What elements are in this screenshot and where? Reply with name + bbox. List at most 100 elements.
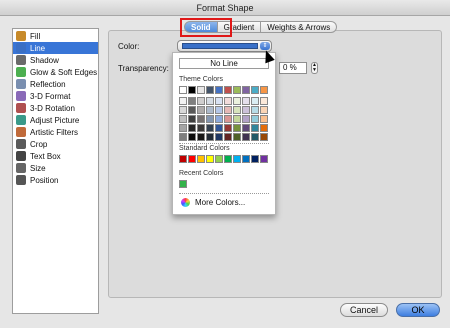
transparency-field[interactable]: 0 % [279,62,307,74]
color-swatch[interactable] [215,86,223,94]
color-swatch[interactable] [260,97,268,105]
color-swatch[interactable] [179,155,187,163]
color-swatch[interactable] [179,115,187,123]
color-swatch[interactable] [251,97,259,105]
cancel-button[interactable]: Cancel [340,303,388,317]
color-swatch[interactable] [251,86,259,94]
color-swatch[interactable] [197,133,205,141]
color-swatch[interactable] [188,106,196,114]
color-swatch[interactable] [233,115,241,123]
color-swatch[interactable] [260,106,268,114]
color-swatch[interactable] [224,133,232,141]
color-swatch[interactable] [251,124,259,132]
color-swatch[interactable] [197,155,205,163]
color-swatch[interactable] [215,124,223,132]
color-swatch[interactable] [179,124,187,132]
color-swatch[interactable] [260,133,268,141]
tab-weights-arrows[interactable]: Weights & Arrows [261,21,338,33]
artistic-filters-icon [16,127,26,137]
color-swatch[interactable] [215,97,223,105]
color-swatch[interactable] [188,86,196,94]
color-swatch[interactable] [224,155,232,163]
color-swatch[interactable] [206,86,214,94]
color-swatch[interactable] [197,106,205,114]
color-swatch[interactable] [242,97,250,105]
color-swatch[interactable] [260,155,268,163]
color-swatch[interactable] [224,106,232,114]
color-swatch[interactable] [206,155,214,163]
color-swatch[interactable] [260,124,268,132]
color-swatch[interactable] [179,133,187,141]
color-swatch[interactable] [233,124,241,132]
color-swatch[interactable] [233,106,241,114]
sidebar-item-adjust-picture[interactable]: Adjust Picture [13,114,98,126]
color-swatch[interactable] [224,124,232,132]
color-swatch[interactable] [179,180,187,188]
color-palette-popup: No Line Theme Colors Standard Colors Rec… [172,52,276,215]
sidebar-item-position[interactable]: Position [13,174,98,186]
color-swatch[interactable] [251,155,259,163]
color-swatch[interactable] [188,115,196,123]
color-swatch[interactable] [206,106,214,114]
sidebar-item-shadow[interactable]: Shadow [13,54,98,66]
color-swatch[interactable] [197,115,205,123]
color-swatch[interactable] [242,155,250,163]
color-swatch[interactable] [197,124,205,132]
sidebar-item-glow-soft-edges[interactable]: Glow & Soft Edges [13,66,98,78]
color-swatch[interactable] [188,133,196,141]
color-swatch[interactable] [224,86,232,94]
ok-button[interactable]: OK [396,303,440,317]
color-picker-button[interactable]: ⇕ [177,40,272,52]
no-line-button[interactable]: No Line [179,58,269,69]
color-swatch[interactable] [260,115,268,123]
color-swatch[interactable] [188,97,196,105]
sidebar-item-label: Fill [30,31,41,41]
more-colors-button[interactable]: More Colors... [181,198,245,207]
sidebar-item-text-box[interactable]: Text Box [13,150,98,162]
color-swatch[interactable] [197,86,205,94]
sidebar-item-reflection[interactable]: Reflection [13,78,98,90]
color-swatch[interactable] [233,86,241,94]
color-swatch[interactable] [251,106,259,114]
color-swatch[interactable] [242,115,250,123]
sidebar-item-line[interactable]: Line [13,42,98,54]
color-swatch[interactable] [206,124,214,132]
sidebar-item-fill[interactable]: Fill [13,30,98,42]
more-colors-label: More Colors... [195,198,246,207]
sidebar-item-artistic-filters[interactable]: Artistic Filters [13,126,98,138]
color-swatch[interactable] [188,155,196,163]
color-swatch[interactable] [206,97,214,105]
color-swatch[interactable] [215,115,223,123]
color-swatch[interactable] [197,97,205,105]
sidebar-item-label: Position [30,175,59,185]
color-swatch[interactable] [179,97,187,105]
color-swatch[interactable] [233,97,241,105]
sidebar-item-crop[interactable]: Crop [13,138,98,150]
color-swatch[interactable] [206,133,214,141]
color-swatch[interactable] [233,133,241,141]
color-swatch[interactable] [242,106,250,114]
sidebar-item-3-d-format[interactable]: 3-D Format [13,90,98,102]
color-swatch[interactable] [242,86,250,94]
color-swatch[interactable] [215,133,223,141]
color-swatch[interactable] [215,106,223,114]
color-swatch[interactable] [233,155,241,163]
transparency-stepper[interactable]: ▲ ▼ [311,62,318,74]
color-swatch[interactable] [242,124,250,132]
color-swatch[interactable] [179,86,187,94]
color-swatch[interactable] [251,133,259,141]
sidebar-item-3-d-rotation[interactable]: 3-D Rotation [13,102,98,114]
color-swatch[interactable] [179,106,187,114]
color-swatch[interactable] [215,155,223,163]
sidebar-item-size[interactable]: Size [13,162,98,174]
color-swatch[interactable] [251,115,259,123]
color-swatch[interactable] [206,115,214,123]
color-swatch[interactable] [188,124,196,132]
color-swatch[interactable] [224,97,232,105]
color-swatch[interactable] [260,86,268,94]
color-swatch[interactable] [224,115,232,123]
paint-bucket-icon [16,31,26,41]
sidebar-item-label: 3-D Format [30,91,71,101]
color-swatch[interactable] [242,133,250,141]
category-sidebar: Fill Line Shadow Glow & Soft Edges Reflectio… [12,28,99,314]
